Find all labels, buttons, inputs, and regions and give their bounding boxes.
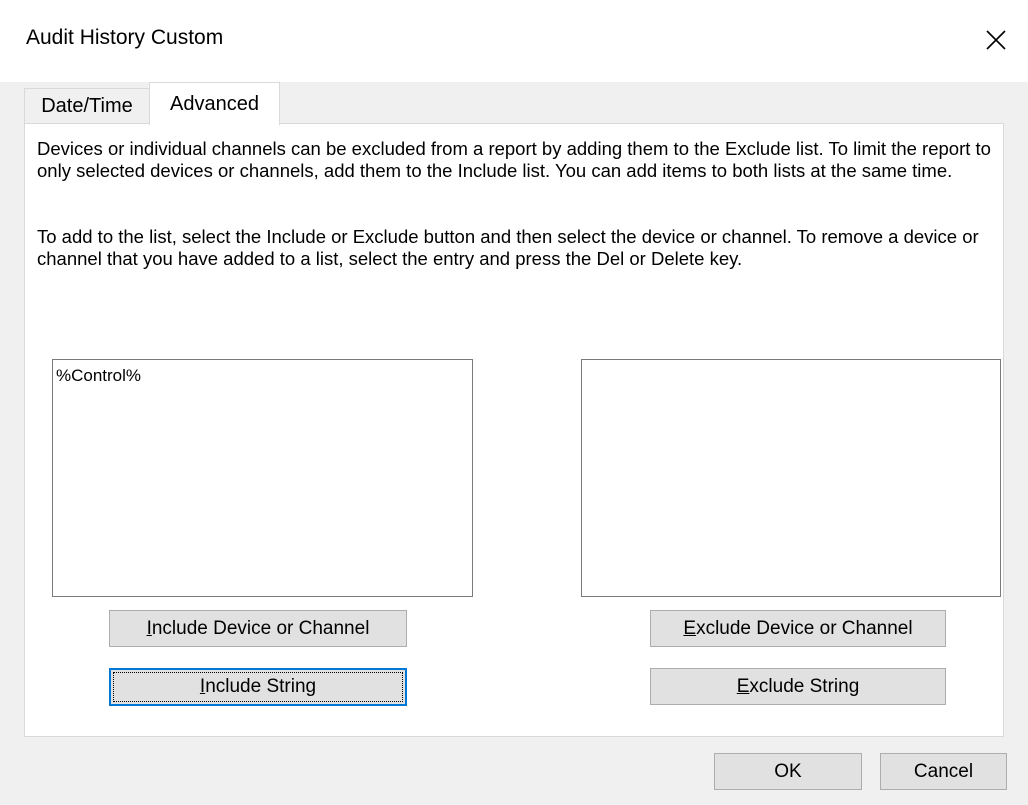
button-label: nclude Device or Channel — [151, 617, 370, 639]
close-icon — [986, 30, 1006, 50]
title-bar: Audit History Custom — [0, 0, 1028, 82]
mnemonic-letter: E — [683, 617, 697, 639]
instructions-paragraph-1: Devices or individual channels can be ex… — [37, 138, 991, 181]
close-button[interactable] — [972, 18, 1020, 62]
cancel-button[interactable]: Cancel — [880, 753, 1007, 790]
button-label: xclude String — [749, 675, 860, 697]
exclude-listbox[interactable] — [581, 359, 1001, 597]
list-item[interactable]: %Control% — [56, 366, 141, 386]
mnemonic-letter: E — [736, 675, 750, 697]
include-string-button[interactable]: Include String — [109, 668, 407, 706]
tab-strip: Date/Time Advanced — [24, 82, 1004, 125]
include-device-or-channel-button[interactable]: Include Device or Channel — [109, 610, 407, 647]
include-listbox[interactable]: %Control% — [52, 359, 473, 597]
exclude-string-button[interactable]: Exclude String — [650, 668, 946, 705]
button-label: xclude Device or Channel — [696, 617, 913, 639]
window-title: Audit History Custom — [26, 26, 224, 49]
instructions-paragraph-2: To add to the list, select the Include o… — [37, 226, 979, 269]
advanced-tab-panel: Devices or individual channels can be ex… — [24, 123, 1004, 737]
ok-button[interactable]: OK — [714, 753, 862, 790]
tab-date-time[interactable]: Date/Time — [24, 88, 150, 124]
focus-rectangle — [113, 672, 403, 702]
exclude-device-or-channel-button[interactable]: Exclude Device or Channel — [650, 610, 946, 647]
tab-advanced[interactable]: Advanced — [149, 82, 280, 125]
dialog-window: Audit History Custom Date/Time Advanced … — [0, 0, 1028, 805]
